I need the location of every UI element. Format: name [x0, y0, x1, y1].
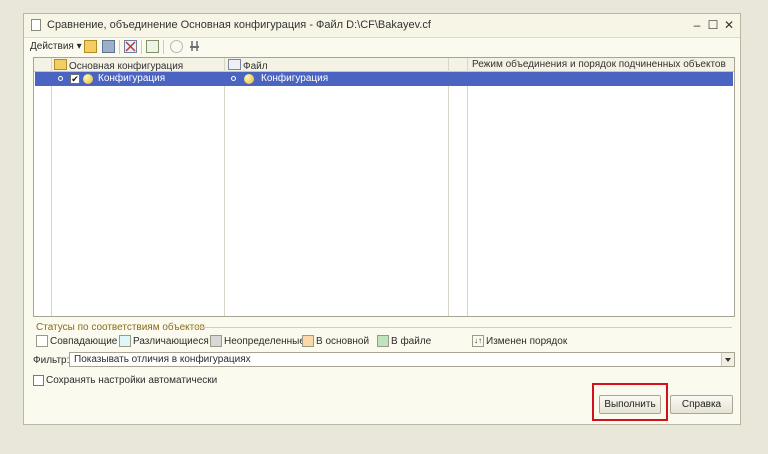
grid-divider [467, 58, 468, 316]
help-button[interactable]: Справка [670, 395, 733, 414]
legend-label: Различающиеся [133, 336, 209, 347]
compare-tree-icon[interactable] [124, 40, 137, 53]
save-icon[interactable] [102, 40, 115, 53]
toolbar-separator [141, 40, 142, 54]
maximize-button[interactable]: ☐ [706, 18, 720, 32]
tree-expand-icon[interactable] [58, 76, 63, 81]
legend-label: Неопределенные [224, 336, 305, 347]
legend-swatch [377, 335, 389, 347]
actions-menu[interactable]: Действия ▾ [30, 41, 82, 52]
column-main-config-label: Основная конфигурация [69, 61, 184, 72]
legend-label: В файле [391, 336, 432, 347]
actions-label: Действия [30, 41, 74, 52]
grid-divider [224, 58, 225, 316]
settings-glyph-icon [190, 41, 199, 51]
refresh-icon[interactable] [170, 40, 183, 53]
legend-title: Статусы по соответствиям объектов [36, 322, 205, 333]
order-changed-icon: ↓↑ [472, 335, 484, 347]
table-row[interactable]: ✔ Конфигурация Конфигурация [35, 72, 733, 86]
legend-swatch [210, 335, 222, 347]
file-config-icon [228, 59, 241, 70]
minimize-button[interactable]: – [690, 18, 704, 32]
settings-icon[interactable] [188, 40, 201, 53]
filter-label: Фильтр: [33, 355, 70, 366]
tree-expand-icon[interactable] [231, 76, 236, 81]
close-button[interactable]: ✕ [722, 18, 736, 32]
legend-label: В основной [316, 336, 370, 347]
legend-swatch [119, 335, 131, 347]
legend-divider [190, 327, 732, 328]
compare-merge-window: Сравнение, объединение Основная конфигур… [23, 13, 741, 425]
compare-tree-glyph-icon [125, 41, 136, 52]
report-icon[interactable] [146, 40, 159, 53]
grid-divider [448, 58, 449, 316]
grid-divider [51, 58, 52, 316]
execute-button[interactable]: Выполнить [599, 395, 661, 414]
order-changed-label: Изменен порядок [486, 336, 568, 347]
grid-header: Основная конфигурация Файл Режим объедин… [34, 58, 734, 72]
config-object-icon [244, 74, 254, 84]
open-folder-icon[interactable] [84, 40, 97, 53]
filter-value: Показывать отличия в конфигурациях [74, 354, 251, 365]
row-main-config: Конфигурация [98, 73, 166, 84]
column-merge-mode[interactable]: Режим объединения и порядок подчиненных … [472, 59, 726, 70]
title-bar[interactable]: Сравнение, объединение Основная конфигур… [24, 14, 740, 38]
toolbar: Действия ▾ [24, 37, 740, 57]
legend-swatch [302, 335, 314, 347]
column-file[interactable]: Файл [228, 59, 268, 72]
chevron-down-icon: ▾ [76, 41, 82, 52]
column-main-config[interactable]: Основная конфигурация [54, 59, 183, 72]
toolbar-separator [119, 40, 120, 54]
save-settings-label: Сохранять настройки автоматически [46, 375, 218, 386]
save-settings-checkbox[interactable] [33, 375, 44, 386]
row-file-config: Конфигурация [261, 73, 329, 84]
comparison-tree-grid[interactable]: Основная конфигурация Файл Режим объедин… [33, 57, 735, 317]
window-title: Сравнение, объединение Основная конфигур… [47, 19, 431, 31]
row-checkbox[interactable]: ✔ [70, 74, 80, 84]
legend-swatch [36, 335, 48, 347]
main-config-icon [54, 59, 67, 70]
toolbar-separator [163, 40, 164, 54]
column-file-label: Файл [243, 61, 268, 72]
legend-label: Совпадающие [50, 336, 118, 347]
config-object-icon [83, 74, 93, 84]
window-icon [31, 19, 41, 31]
filter-dropdown-button[interactable] [721, 353, 734, 366]
filter-select[interactable]: Показывать отличия в конфигурациях [69, 352, 735, 367]
